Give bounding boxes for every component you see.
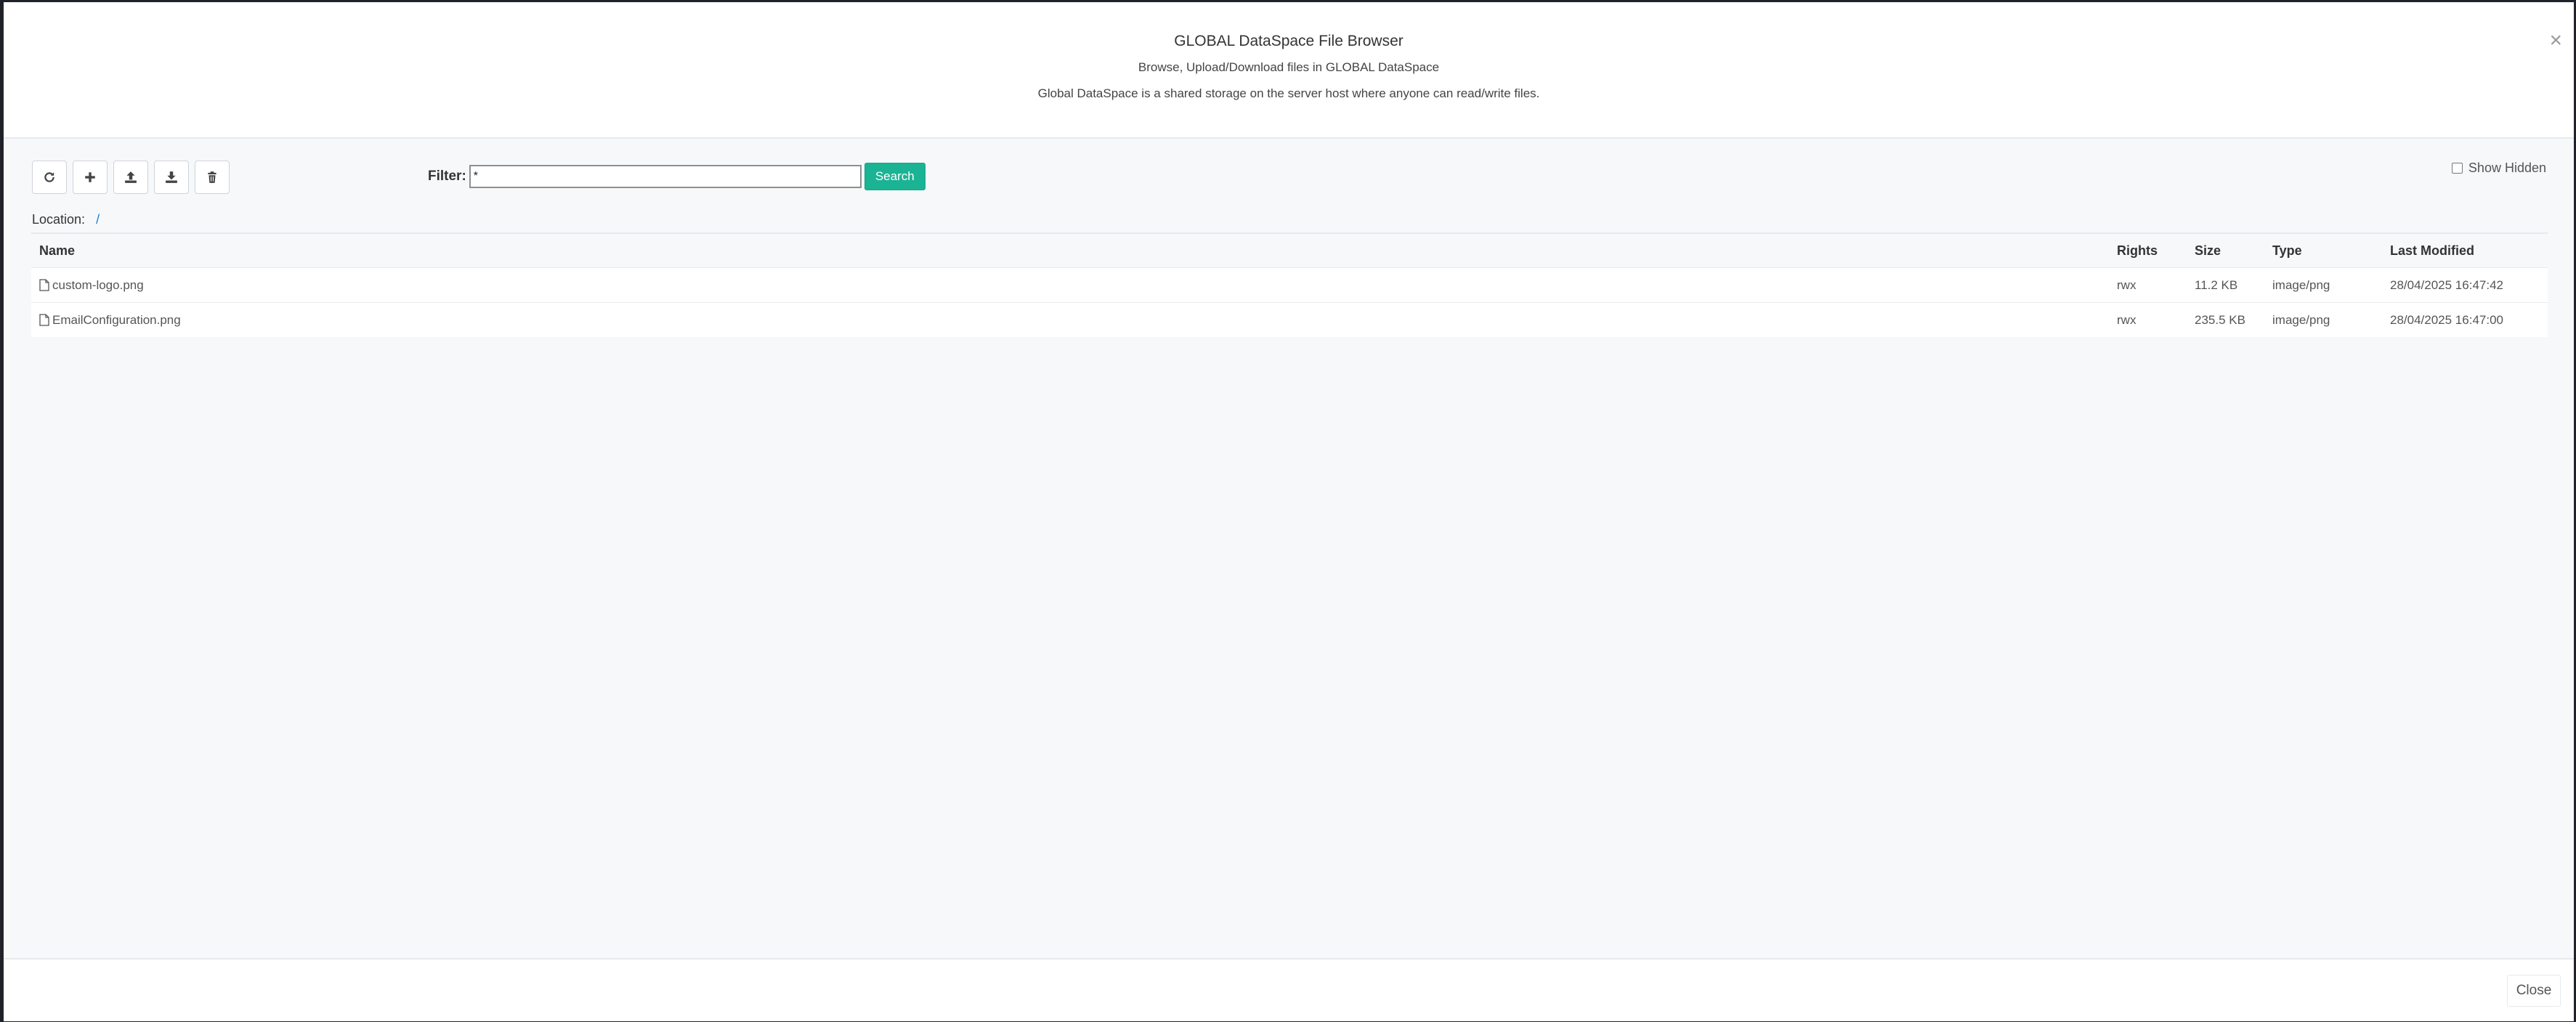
search-button[interactable]: Search: [864, 163, 926, 190]
file-size: 11.2 KB: [2195, 277, 2238, 292]
file-name-cell[interactable]: EmailConfiguration.png: [31, 313, 2117, 328]
file-table: Name Rights Size Type Last Modified cust…: [31, 232, 2548, 337]
plus-icon: [85, 172, 95, 182]
file-rights: rwx: [2117, 312, 2136, 327]
show-hidden-checkbox[interactable]: [2451, 163, 2463, 174]
file-toolbar: [32, 161, 230, 195]
delete-button[interactable]: [195, 161, 230, 194]
file-icon: [39, 314, 49, 326]
download-icon: [166, 171, 177, 183]
file-type: image/png: [2272, 277, 2330, 292]
filter-bar: Filter: Search: [428, 163, 926, 190]
filter-input[interactable]: [469, 165, 862, 188]
show-hidden-label: Show Hidden: [2468, 161, 2546, 175]
location-root-link[interactable]: /: [96, 212, 100, 227]
modal-title: GLOBAL DataSpace File Browser: [1174, 33, 1404, 49]
column-size[interactable]: Size: [2195, 243, 2272, 259]
file-rights: rwx: [2117, 277, 2136, 292]
file-name[interactable]: custom-logo.png: [52, 278, 144, 293]
modal-subtitle: Browse, Upload/Download files in GLOBAL …: [1138, 60, 1440, 74]
file-browser-modal: GLOBAL DataSpace File Browser Browse, Up…: [4, 2, 2574, 1021]
table-row[interactable]: custom-logo.png rwx 11.2 KB image/png 28…: [31, 267, 2548, 302]
modal-description: Global DataSpace is a shared storage on …: [1037, 86, 1540, 100]
file-name[interactable]: EmailConfiguration.png: [52, 313, 181, 328]
column-type[interactable]: Type: [2272, 243, 2390, 259]
refresh-button[interactable]: [32, 161, 67, 194]
table-header: Name Rights Size Type Last Modified: [31, 232, 2548, 267]
close-icon[interactable]: ×: [2549, 30, 2562, 52]
location-breadcrumb: Location: /: [32, 212, 100, 227]
file-modified: 28/04/2025 16:47:00: [2390, 312, 2503, 327]
file-type: image/png: [2272, 312, 2330, 327]
show-hidden-toggle[interactable]: Show Hidden: [2451, 161, 2546, 176]
file-icon: [39, 279, 49, 291]
upload-button[interactable]: [113, 161, 148, 194]
table-row[interactable]: EmailConfiguration.png rwx 235.5 KB imag…: [31, 302, 2548, 337]
column-last-modified[interactable]: Last Modified: [2390, 243, 2548, 259]
refresh-icon: [44, 172, 54, 182]
file-name-cell[interactable]: custom-logo.png: [31, 278, 2117, 293]
close-button[interactable]: Close: [2507, 975, 2561, 1007]
download-button[interactable]: [154, 161, 189, 194]
new-folder-button[interactable]: [73, 161, 108, 194]
upload-icon: [125, 171, 137, 183]
column-name[interactable]: Name: [31, 243, 2117, 259]
modal-footer: Close: [4, 958, 2574, 1021]
trash-icon: [208, 171, 216, 183]
file-modified: 28/04/2025 16:47:42: [2390, 277, 2503, 292]
modal-header: GLOBAL DataSpace File Browser Browse, Up…: [4, 2, 2574, 139]
column-rights[interactable]: Rights: [2117, 243, 2195, 259]
filter-label: Filter:: [428, 169, 466, 184]
file-size: 235.5 KB: [2195, 312, 2245, 327]
location-label: Location:: [32, 212, 86, 227]
